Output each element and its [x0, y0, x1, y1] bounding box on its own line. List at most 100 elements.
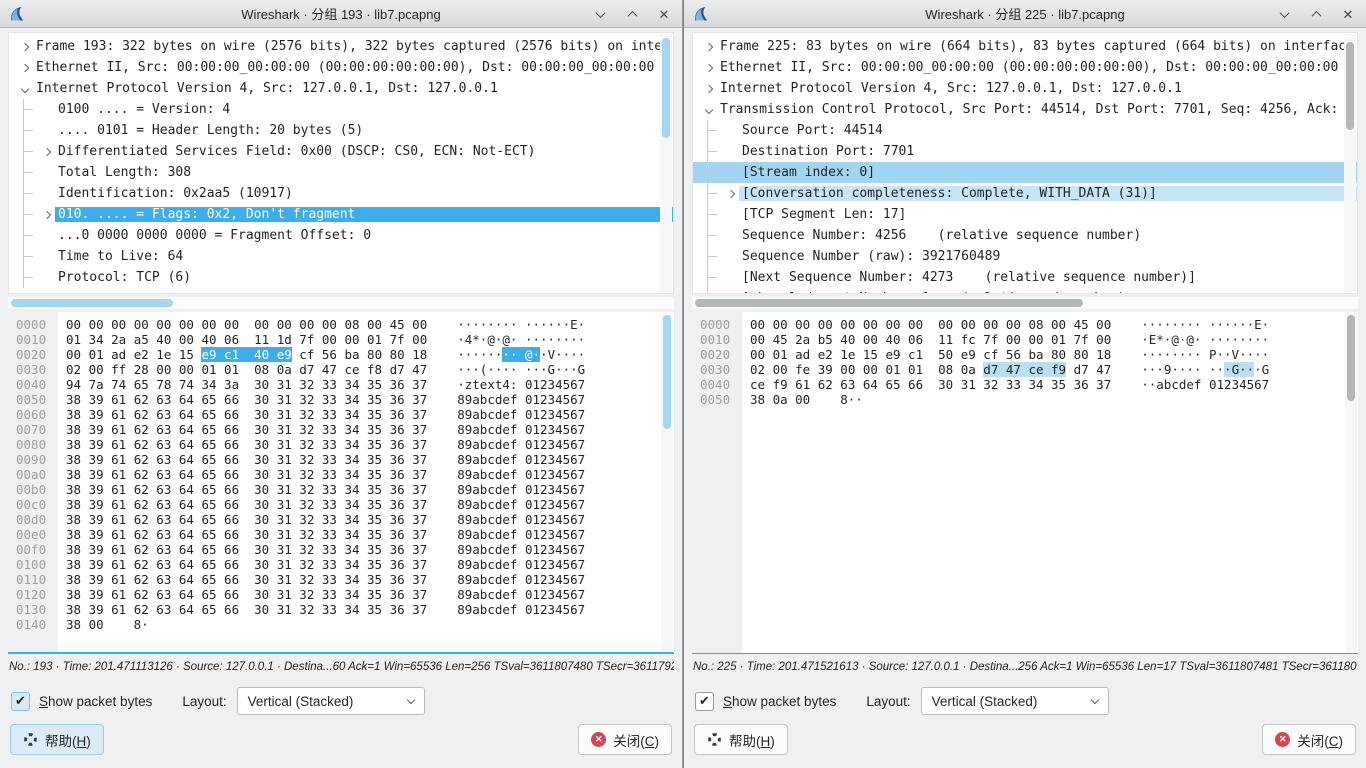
hex-ascii[interactable]: 89abcdef 01234567 — [457, 497, 585, 512]
layout-dropdown[interactable]: Vertical (Stacked) — [237, 687, 425, 715]
hex-row[interactable]: 00e038 39 61 62 63 64 65 66 30 31 32 33 … — [8, 527, 674, 542]
expander-closed-icon[interactable] — [39, 149, 55, 155]
hex-ascii[interactable]: ········ P··V···· — [1141, 347, 1269, 362]
hex-row[interactable]: 006038 39 61 62 63 64 65 66 30 31 32 33 … — [8, 407, 674, 422]
close-window-icon[interactable]: ✕ — [1340, 6, 1356, 22]
expander-closed-icon[interactable] — [701, 65, 717, 71]
tree-row[interactable]: Sequence Number (raw): 3921760489 — [693, 246, 1357, 267]
expander-closed-icon[interactable] — [39, 212, 55, 218]
hex-row[interactable]: 00d038 39 61 62 63 64 65 66 30 31 32 33 … — [8, 512, 674, 527]
minimize-icon[interactable] — [1276, 6, 1292, 22]
hex-row[interactable]: 000000 00 00 00 00 00 00 00 00 00 00 00 … — [692, 317, 1358, 332]
hex-ascii[interactable]: 89abcdef 01234567 — [457, 437, 585, 452]
maximize-icon[interactable] — [624, 6, 640, 22]
tree-row[interactable]: Destination Port: 7701 — [693, 141, 1357, 162]
maximize-icon[interactable] — [1308, 6, 1324, 22]
hex-bytes[interactable]: 38 39 61 62 63 64 65 66 30 31 32 33 34 3… — [66, 572, 427, 587]
hex-row[interactable]: 003002 00 ff 28 00 00 01 01 08 0a d7 47 … — [8, 362, 674, 377]
hex-ascii[interactable]: ········ @··V···· — [457, 347, 585, 362]
tree-row[interactable]: Frame 225: 83 bytes on wire (664 bits), … — [693, 36, 1357, 57]
expander-open-icon[interactable] — [17, 86, 33, 92]
tree-row[interactable]: [Conversation completeness: Complete, WI… — [693, 183, 1357, 204]
hex-bytes[interactable]: 01 34 2a a5 40 00 40 06 11 1d 7f 00 00 0… — [66, 332, 427, 347]
scrollbar-thumb[interactable] — [663, 315, 671, 429]
hex-row[interactable]: 00f038 39 61 62 63 64 65 66 30 31 32 33 … — [8, 542, 674, 557]
tree-row[interactable]: Sequence Number: 4256 (relative sequence… — [693, 225, 1357, 246]
close-window-icon[interactable]: ✕ — [656, 6, 672, 22]
tree-row[interactable]: Protocol: TCP (6) — [9, 267, 673, 288]
expander-closed-icon[interactable] — [701, 44, 717, 50]
hex-row[interactable]: 009038 39 61 62 63 64 65 66 30 31 32 33 … — [8, 452, 674, 467]
expander-open-icon[interactable] — [701, 107, 717, 113]
hex-row[interactable]: 007038 39 61 62 63 64 65 66 30 31 32 33 … — [8, 422, 674, 437]
hex-ascii[interactable]: 89abcdef 01234567 — [457, 542, 585, 557]
hex-bytes[interactable]: 02 00 fe 39 00 00 01 01 08 0a d7 47 ce f… — [750, 362, 1111, 377]
titlebar[interactable]: Wireshark · 分组 193 · lib7.pcapng ✕ — [0, 0, 682, 28]
hex-row[interactable]: 013038 39 61 62 63 64 65 66 30 31 32 33 … — [8, 602, 674, 617]
hex-bytes[interactable]: 00 45 2a b5 40 00 40 06 11 fc 7f 00 00 0… — [750, 332, 1111, 347]
hex-row[interactable]: 0040ce f9 61 62 63 64 65 66 30 31 32 33 … — [692, 377, 1358, 392]
tree-row[interactable]: Ethernet II, Src: 00:00:00_00:00:00 (00:… — [9, 57, 673, 78]
tree-row[interactable]: [Stream index: 0] — [693, 162, 1357, 183]
hex-ascii[interactable]: 89abcdef 01234567 — [457, 392, 585, 407]
hex-row[interactable]: 00a038 39 61 62 63 64 65 66 30 31 32 33 … — [8, 467, 674, 482]
hex-bytes[interactable]: 38 39 61 62 63 64 65 66 30 31 32 33 34 3… — [66, 542, 427, 557]
hex-bytes[interactable]: 38 39 61 62 63 64 65 66 30 31 32 33 34 3… — [66, 437, 427, 452]
hex-bytes[interactable]: 02 00 ff 28 00 00 01 01 08 0a d7 47 ce f… — [66, 362, 427, 377]
expander-closed-icon[interactable] — [17, 44, 33, 50]
hex-bytes[interactable]: 00 00 00 00 00 00 00 00 00 00 00 00 08 0… — [66, 317, 427, 332]
hex-row[interactable]: 004094 7a 74 65 78 74 34 3a 30 31 32 33 … — [8, 377, 674, 392]
hex-ascii[interactable]: ···9···· ···G···G — [1141, 362, 1269, 377]
hex-bytes[interactable]: 00 01 ad e2 1e 15 e9 c1 50 e9 cf 56 ba 8… — [750, 347, 1111, 362]
tree-row[interactable]: Internet Protocol Version 4, Src: 127.0.… — [693, 78, 1357, 99]
tree-row[interactable]: 0100 .... = Version: 4 — [9, 99, 673, 120]
hex-ascii[interactable]: 89abcdef 01234567 — [457, 572, 585, 587]
hex-ascii[interactable]: 89abcdef 01234567 — [457, 557, 585, 572]
scrollbar-thumb[interactable] — [1347, 315, 1355, 401]
tree-row[interactable]: Transmission Control Protocol, Src Port:… — [693, 99, 1357, 120]
hex-row[interactable]: 000000 00 00 00 00 00 00 00 00 00 00 00 … — [8, 317, 674, 332]
hex-row[interactable]: 005038 0a 008·· — [692, 392, 1358, 407]
hex-row[interactable]: 001001 34 2a a5 40 00 40 06 11 1d 7f 00 … — [8, 332, 674, 347]
hex-bytes[interactable]: 38 39 61 62 63 64 65 66 30 31 32 33 34 3… — [66, 392, 427, 407]
hex-ascii[interactable]: 89abcdef 01234567 — [457, 602, 585, 617]
hex-bytes[interactable]: 38 39 61 62 63 64 65 66 30 31 32 33 34 3… — [66, 602, 427, 617]
hex-ascii[interactable]: ········ ······E· — [457, 317, 585, 332]
hex-bytes[interactable]: 00 00 00 00 00 00 00 00 00 00 00 00 08 0… — [750, 317, 1111, 332]
hex-ascii[interactable]: ···(···· ···G···G — [457, 362, 585, 377]
close-button[interactable]: ✕ 关闭(C) — [578, 724, 672, 755]
hex-ascii[interactable]: 89abcdef 01234567 — [457, 452, 585, 467]
hex-vertical-scrollbar[interactable] — [661, 313, 673, 651]
expander-closed-icon[interactable] — [723, 191, 739, 197]
tree-row[interactable]: Source Port: 44514 — [693, 120, 1357, 141]
hex-bytes[interactable]: 38 39 61 62 63 64 65 66 30 31 32 33 34 3… — [66, 497, 427, 512]
close-button[interactable]: ✕ 关闭(C) — [1262, 724, 1356, 755]
titlebar[interactable]: Wireshark · 分组 225 · lib7.pcapng ✕ — [684, 0, 1366, 28]
tree-row[interactable]: [Next Sequence Number: 4273 (relative se… — [693, 267, 1357, 288]
tree-row[interactable]: .... 0101 = Header Length: 20 bytes (5) — [9, 120, 673, 141]
hex-ascii[interactable]: 89abcdef 01234567 — [457, 467, 585, 482]
hex-row[interactable]: 011038 39 61 62 63 64 65 66 30 31 32 33 … — [8, 572, 674, 587]
tree-row[interactable]: Identification: 0x2aa5 (10917) — [9, 183, 673, 204]
hex-vertical-scrollbar[interactable] — [1345, 313, 1357, 652]
layout-dropdown[interactable]: Vertical (Stacked) — [921, 687, 1109, 715]
hex-ascii[interactable]: 89abcdef 01234567 — [457, 527, 585, 542]
hex-bytes[interactable]: 38 39 61 62 63 64 65 66 30 31 32 33 34 3… — [66, 512, 427, 527]
scrollbar-thumb[interactable] — [1346, 42, 1354, 130]
hex-ascii[interactable]: 89abcdef 01234567 — [457, 407, 585, 422]
hex-row[interactable]: 00c038 39 61 62 63 64 65 66 30 31 32 33 … — [8, 497, 674, 512]
tree-row[interactable]: Ethernet II, Src: 00:00:00_00:00:00 (00:… — [693, 57, 1357, 78]
hex-ascii[interactable]: ··abcdef 01234567 — [1141, 377, 1269, 392]
hex-row[interactable]: 002000 01 ad e2 1e 15 e9 c1 50 e9 cf 56 … — [692, 347, 1358, 362]
hex-row[interactable]: 008038 39 61 62 63 64 65 66 30 31 32 33 … — [8, 437, 674, 452]
tree-vertical-scrollbar[interactable] — [1344, 34, 1356, 292]
tree-row[interactable]: [TCP Segment Len: 17] — [693, 204, 1357, 225]
hex-row[interactable]: 005038 39 61 62 63 64 65 66 30 31 32 33 … — [8, 392, 674, 407]
help-button[interactable]: 帮助(H) — [10, 724, 104, 755]
hex-bytes[interactable]: 38 39 61 62 63 64 65 66 30 31 32 33 34 3… — [66, 527, 427, 542]
expander-closed-icon[interactable] — [17, 65, 33, 71]
scrollbar-thumb[interactable] — [662, 38, 670, 138]
show-packet-bytes-checkbox[interactable]: ✔ — [695, 692, 714, 711]
hex-bytes[interactable]: 38 39 61 62 63 64 65 66 30 31 32 33 34 3… — [66, 557, 427, 572]
tree-vertical-scrollbar[interactable] — [660, 34, 672, 292]
